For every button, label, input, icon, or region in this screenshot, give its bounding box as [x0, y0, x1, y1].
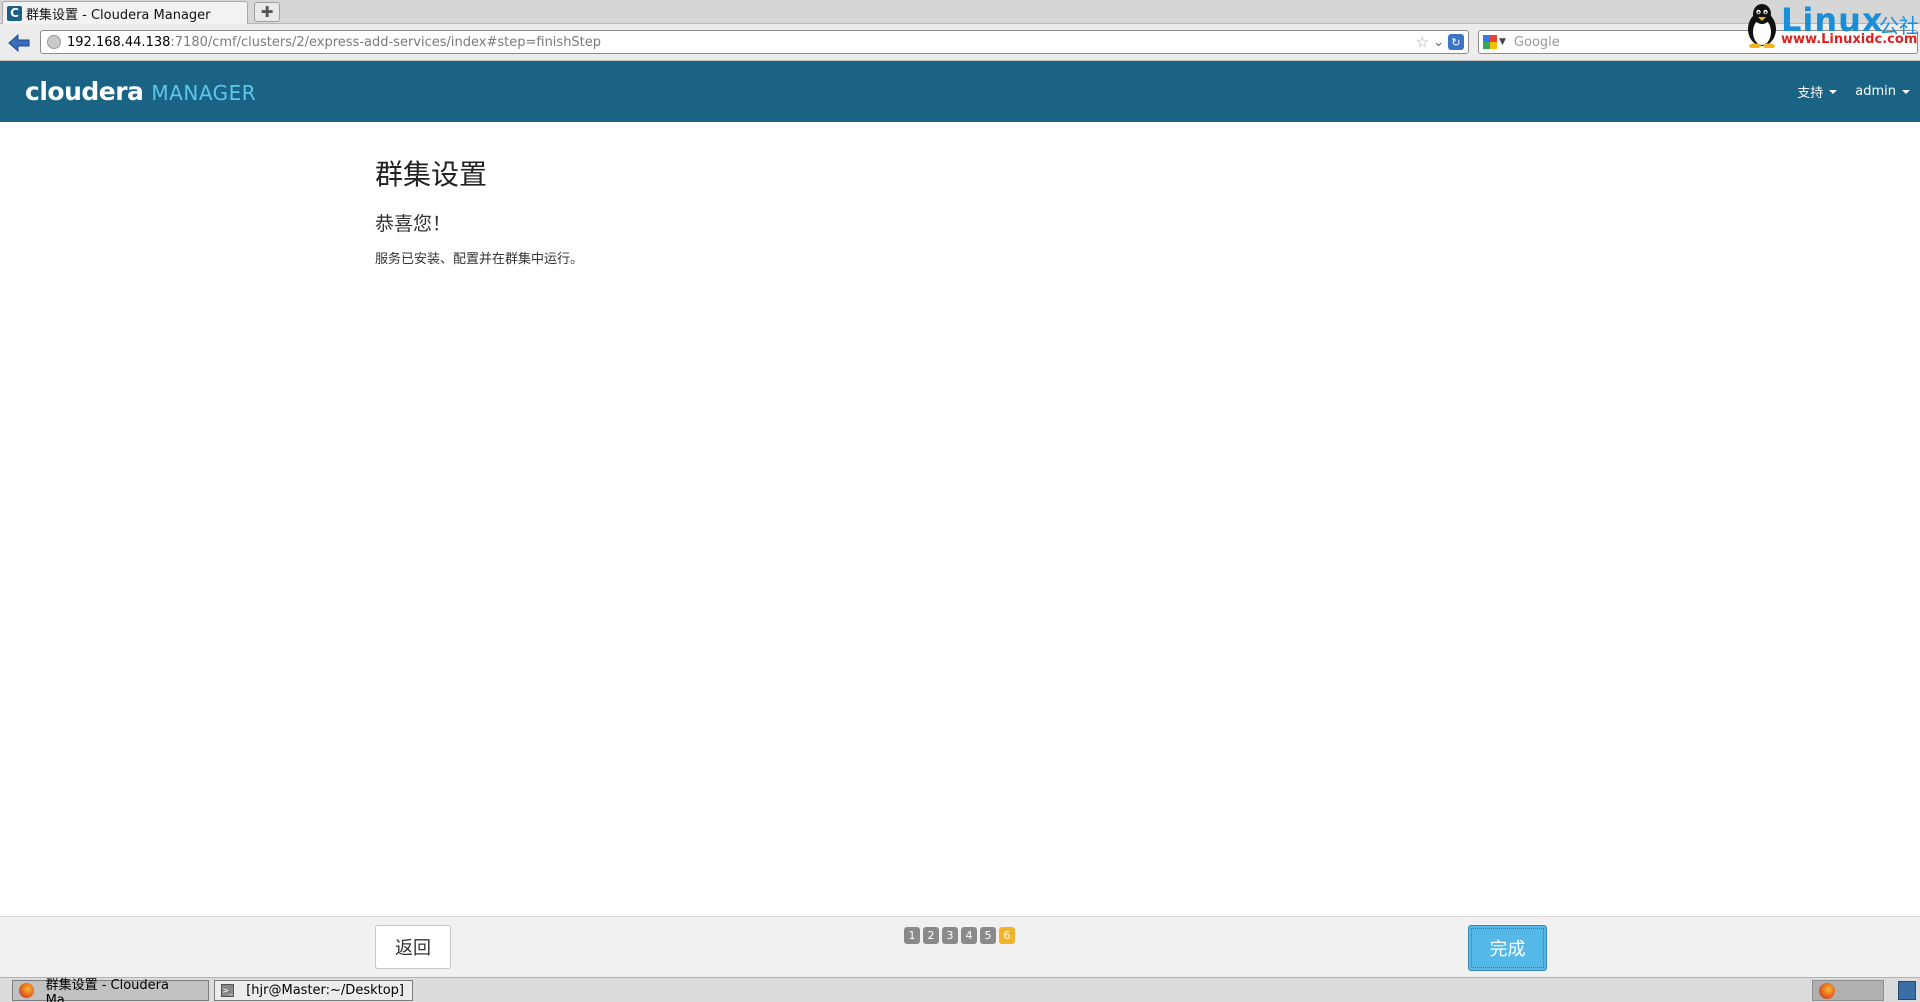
support-menu[interactable]: 支持	[1797, 82, 1838, 101]
firefox-tray-icon[interactable]	[1819, 982, 1835, 999]
terminal-icon: >_	[221, 984, 235, 997]
caret-down-icon	[1829, 89, 1838, 94]
taskbar-item-label: 群集设置 - Cloudera Ma...	[45, 977, 169, 1002]
reload-icon[interactable]: ↻	[1448, 34, 1464, 50]
support-menu-label: 支持	[1797, 86, 1824, 101]
logo-main-text: cloudera	[25, 77, 144, 106]
browser-navigation-bar: 192.168.44.138 :7180/cmf/clusters/2/expr…	[0, 24, 1920, 61]
admin-user-menu[interactable]: admin	[1855, 82, 1910, 101]
search-placeholder: Google	[1513, 34, 1560, 50]
new-tab-button[interactable]: ✚	[254, 2, 280, 22]
search-engine-dropdown-icon[interactable]: ▼	[1499, 37, 1506, 47]
url-host: 192.168.44.138	[67, 34, 171, 50]
wizard-step-6-current[interactable]: 6	[999, 927, 1015, 944]
finish-button[interactable]: 完成	[1468, 925, 1547, 971]
taskbar-item-firefox[interactable]: 群集设置 - Cloudera Ma...	[12, 978, 209, 1002]
browser-tab-title: 群集设置 - Cloudera Manager	[26, 7, 211, 23]
back-button[interactable]: 返回	[375, 925, 451, 969]
wizard-step-3[interactable]: 3	[942, 927, 958, 944]
wizard-footer: 返回 1 2 3 4 5 6 完成	[0, 916, 1920, 977]
browser-tab[interactable]: C 群集设置 - Cloudera Manager	[2, 1, 248, 24]
wizard-step-1[interactable]: 1	[904, 927, 920, 944]
browser-tab-strip: C 群集设置 - Cloudera Manager ✚	[0, 0, 1920, 24]
back-arrow-icon	[8, 34, 30, 52]
congratulations-heading: 恭喜您！	[375, 213, 452, 235]
search-bar[interactable]: ▼ Google	[1478, 30, 1918, 54]
cloudera-favicon-icon: C	[7, 5, 22, 21]
wizard-step-4[interactable]: 4	[961, 927, 977, 944]
header-menu: 支持 admin	[1797, 82, 1910, 101]
os-taskbar: 群集设置 - Cloudera Ma... >_ [hjr@Master:~/D…	[0, 977, 1920, 1002]
main-content: 群集设置 恭喜您！ 服务已安装、配置并在群集中运行。	[375, 153, 583, 267]
wizard-step-2[interactable]: 2	[923, 927, 939, 944]
google-icon[interactable]	[1483, 35, 1497, 49]
cloudera-manager-logo[interactable]: cloudera MANAGER	[25, 77, 256, 106]
logo-sub-text: MANAGER	[151, 81, 257, 105]
app-header: cloudera MANAGER 支持 admin	[0, 61, 1920, 122]
wizard-step-5[interactable]: 5	[980, 927, 996, 944]
browser-back-button[interactable]	[6, 31, 32, 55]
show-desktop-icon[interactable]	[1898, 981, 1916, 1000]
history-dropdown-icon[interactable]: ⌄	[1433, 35, 1444, 50]
bookmark-star-icon[interactable]: ☆	[1416, 33, 1429, 51]
caret-down-icon	[1902, 89, 1910, 94]
address-bar[interactable]: 192.168.44.138 :7180/cmf/clusters/2/expr…	[40, 30, 1469, 54]
site-identity-icon[interactable]	[47, 35, 61, 49]
taskbar-item-label: [hjr@Master:~/Desktop]	[246, 983, 404, 998]
system-tray	[1812, 980, 1884, 1001]
completion-message: 服务已安装、配置并在群集中运行。	[375, 252, 584, 267]
admin-menu-label: admin	[1855, 84, 1896, 99]
taskbar-item-terminal[interactable]: >_ [hjr@Master:~/Desktop]	[214, 980, 413, 1001]
page-title: 群集设置	[375, 158, 488, 191]
firefox-icon	[19, 983, 34, 998]
plus-icon: ✚	[260, 3, 274, 21]
url-path: :7180/cmf/clusters/2/express-add-service…	[170, 34, 602, 50]
wizard-step-indicator: 1 2 3 4 5 6	[904, 927, 1015, 944]
